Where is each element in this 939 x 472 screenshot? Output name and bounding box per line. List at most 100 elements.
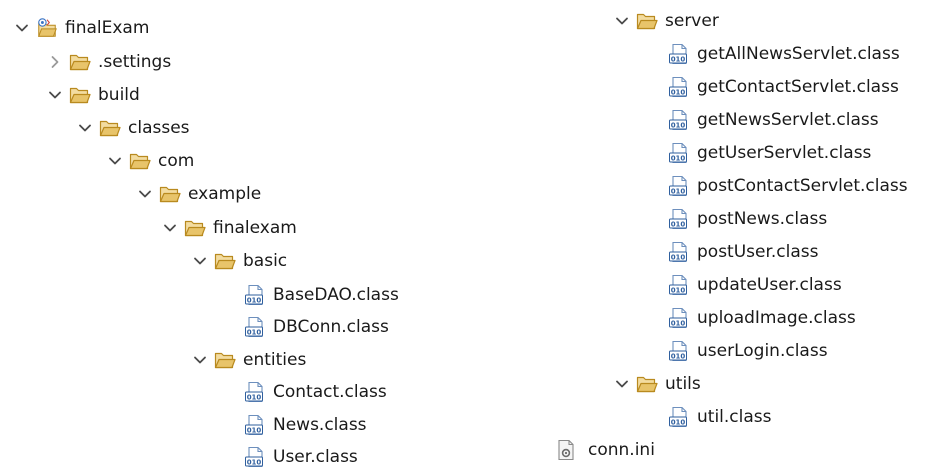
- tree-item-example[interactable]: example: [135, 179, 261, 209]
- tree-item-label: News.class: [273, 415, 367, 435]
- svg-text:010: 010: [247, 328, 262, 336]
- tree-item-label: BaseDAO.class: [273, 285, 399, 305]
- class-file-icon: 010: [244, 414, 266, 436]
- tree-item-User-class[interactable]: 010 User.class: [244, 442, 358, 472]
- svg-text:010: 010: [247, 296, 262, 304]
- tree-item-label: finalExam: [65, 18, 150, 38]
- tree-item-uploadImage-class[interactable]: 010 uploadImage.class: [668, 303, 856, 333]
- chevron-right-icon[interactable]: [45, 52, 65, 72]
- chevron-down-icon[interactable]: [160, 218, 180, 238]
- tree-item-label: postNews.class: [697, 209, 828, 229]
- tree-item-util-class[interactable]: 010 util.class: [668, 402, 772, 432]
- tree-item-finalExam[interactable]: finalExam: [12, 13, 149, 43]
- folder-icon: [184, 217, 206, 239]
- tree-item-postUser-class[interactable]: 010 postUser.class: [668, 237, 819, 267]
- svg-text:010: 010: [671, 121, 686, 129]
- tree-item-label: Contact.class: [273, 382, 387, 402]
- tree-item-label: build: [98, 85, 140, 105]
- tree-item-News-class[interactable]: 010 News.class: [244, 410, 367, 440]
- tree-item-label: getAllNewsServlet.class: [697, 44, 900, 64]
- folder-icon: [636, 10, 658, 32]
- tree-item-label: entities: [243, 350, 307, 370]
- svg-text:010: 010: [247, 393, 262, 401]
- class-file-icon: 010: [668, 241, 690, 263]
- chevron-down-icon[interactable]: [75, 118, 95, 138]
- tree-item-finalexam[interactable]: finalexam: [160, 213, 297, 243]
- chevron-down-icon[interactable]: [190, 251, 210, 271]
- svg-text:010: 010: [671, 187, 686, 195]
- tree-item-entities[interactable]: entities: [190, 345, 306, 375]
- tree-item-getAllNewsServlet-class[interactable]: 010 getAllNewsServlet.class: [668, 39, 900, 69]
- svg-text:010: 010: [671, 154, 686, 162]
- folder-icon: [159, 183, 181, 205]
- tree-item-label: finalexam: [213, 218, 297, 238]
- project-icon: [36, 17, 58, 39]
- tree-item-updateUser-class[interactable]: 010 updateUser.class: [668, 270, 842, 300]
- tree-item-getUserServlet-class[interactable]: 010 getUserServlet.class: [668, 138, 871, 168]
- class-file-icon: 010: [668, 76, 690, 98]
- chevron-down-icon[interactable]: [612, 374, 632, 394]
- tree-item-label: userLogin.class: [697, 341, 828, 361]
- tree-item-label: basic: [243, 251, 288, 271]
- class-file-icon: 010: [668, 340, 690, 362]
- class-file-icon: 010: [668, 109, 690, 131]
- svg-text:010: 010: [671, 286, 686, 294]
- svg-text:010: 010: [247, 458, 262, 466]
- tree-item-basic[interactable]: basic: [190, 246, 287, 276]
- tree-item-label: com: [158, 151, 195, 171]
- chevron-down-icon[interactable]: [12, 18, 32, 38]
- folder-icon: [214, 349, 236, 371]
- tree-item-label: server: [665, 11, 719, 31]
- tree-item-BaseDAO-class[interactable]: 010 BaseDAO.class: [244, 280, 399, 310]
- tree-item-label: User.class: [273, 447, 358, 467]
- folder-icon: [636, 373, 658, 395]
- tree-item-label: postContactServlet.class: [697, 176, 908, 196]
- folder-icon: [69, 51, 91, 73]
- tree-item-label: util.class: [697, 407, 772, 427]
- chevron-down-icon[interactable]: [612, 11, 632, 31]
- class-file-icon: 010: [668, 274, 690, 296]
- tree-item-label: postUser.class: [697, 242, 819, 262]
- folder-icon: [129, 150, 151, 172]
- svg-text:010: 010: [671, 220, 686, 228]
- tree-item-utils[interactable]: utils: [612, 369, 701, 399]
- tree-item-Contact-class[interactable]: 010 Contact.class: [244, 377, 387, 407]
- chevron-down-icon[interactable]: [190, 350, 210, 370]
- class-file-icon: 010: [668, 43, 690, 65]
- tree-item-server[interactable]: server: [612, 6, 719, 36]
- tree-item-settings[interactable]: .settings: [45, 47, 171, 77]
- tree-item-postNews-class[interactable]: 010 postNews.class: [668, 204, 827, 234]
- class-file-icon: 010: [668, 208, 690, 230]
- class-file-icon: 010: [244, 284, 266, 306]
- svg-text:010: 010: [671, 88, 686, 96]
- class-file-icon: 010: [244, 316, 266, 338]
- class-file-icon: 010: [668, 307, 690, 329]
- class-file-icon: 010: [668, 175, 690, 197]
- tree-item-label: getNewsServlet.class: [697, 110, 879, 130]
- chevron-down-icon[interactable]: [45, 85, 65, 105]
- tree-item-userLogin-class[interactable]: 010 userLogin.class: [668, 336, 828, 366]
- class-file-icon: 010: [668, 142, 690, 164]
- chevron-down-icon[interactable]: [135, 184, 155, 204]
- tree-item-build[interactable]: build: [45, 80, 140, 110]
- class-file-icon: 010: [668, 406, 690, 428]
- folder-icon: [99, 117, 121, 139]
- tree-item-getNewsServlet-class[interactable]: 010 getNewsServlet.class: [668, 105, 879, 135]
- tree-item-conn-ini[interactable]: conn.ini: [555, 435, 655, 465]
- tree-item-label: getContactServlet.class: [697, 77, 899, 97]
- chevron-down-icon[interactable]: [105, 151, 125, 171]
- tree-item-com[interactable]: com: [105, 146, 194, 176]
- tree-item-label: conn.ini: [588, 440, 655, 460]
- folder-icon: [69, 84, 91, 106]
- tree-item-postContactServlet-class[interactable]: 010 postContactServlet.class: [668, 171, 908, 201]
- tree-item-DBConn-class[interactable]: 010 DBConn.class: [244, 312, 389, 342]
- tree-item-label: example: [188, 184, 262, 204]
- svg-text:010: 010: [247, 426, 262, 434]
- svg-text:010: 010: [671, 319, 686, 327]
- tree-item-classes[interactable]: classes: [75, 113, 190, 143]
- folder-icon: [214, 250, 236, 272]
- tree-item-label: getUserServlet.class: [697, 143, 872, 163]
- class-file-icon: 010: [244, 381, 266, 403]
- settings-file-icon: [555, 439, 577, 461]
- tree-item-getContactServlet-class[interactable]: 010 getContactServlet.class: [668, 72, 899, 102]
